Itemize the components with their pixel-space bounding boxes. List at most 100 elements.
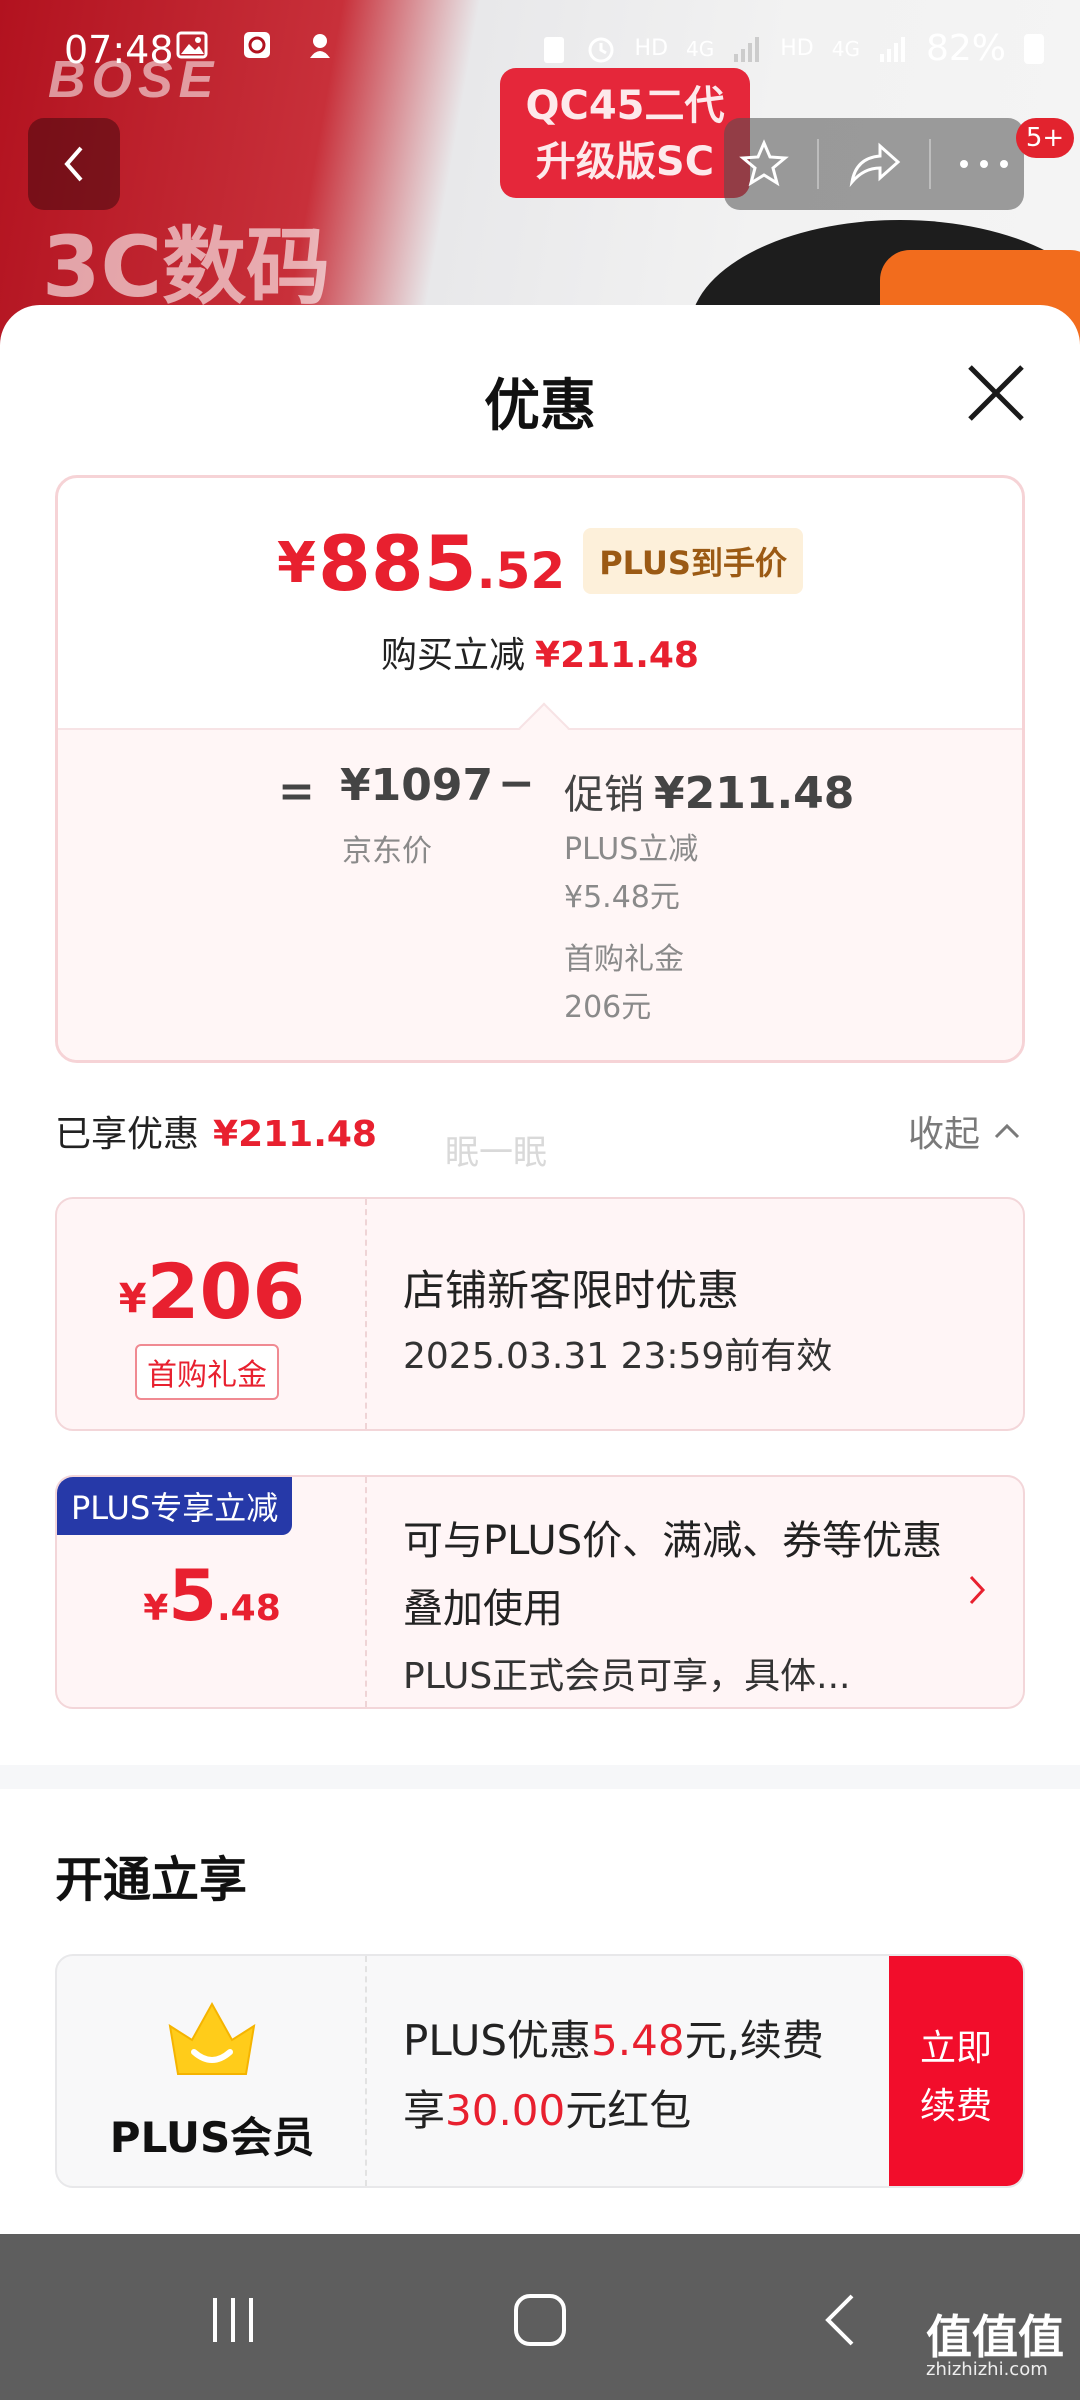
signal-icon-2: [879, 36, 905, 62]
chevron-right-icon[interactable]: [967, 1573, 987, 1607]
coupon-value-dec: .48: [217, 1588, 281, 1629]
back-chevron-icon: [825, 2294, 854, 2346]
home-icon: [514, 2294, 566, 2346]
price-integer: 885: [317, 519, 477, 608]
system-back-button[interactable]: [800, 2280, 880, 2360]
close-icon[interactable]: [960, 357, 1032, 429]
recent-apps-icon: [213, 2298, 253, 2342]
more-icon[interactable]: [958, 158, 1010, 170]
coupon-left: ¥206 首购礼金: [57, 1199, 367, 1429]
renew-button[interactable]: 立即 续费: [889, 1956, 1023, 2186]
renew-label-2: 续费: [919, 2086, 992, 2127]
desc-value-1: 5.48: [591, 2016, 685, 2065]
watermark-logo: 值值值: [926, 2310, 1064, 2364]
plus-card-left: PLUS会员: [57, 1956, 367, 2186]
plus-reduce-label: PLUS立减: [564, 832, 699, 867]
first-gift-label: 首购礼金: [564, 942, 684, 977]
watermark-text: 眠一眠: [445, 1133, 547, 1173]
price-summary-card: ¥ 885 .52 PLUS到手价 购买立减 ¥211.48 = ¥1097 京东…: [55, 475, 1025, 1063]
chevron-left-icon: [64, 146, 83, 182]
alarm-icon: [588, 37, 614, 62]
corner-watermark: 值值值 zhizhizhi.com: [926, 2314, 1064, 2380]
coupon-left: PLUS专享立减 ¥5.48: [57, 1477, 367, 1707]
star-icon[interactable]: [738, 138, 790, 190]
section-divider: [0, 1765, 1080, 1789]
final-price: ¥ 885 .52 PLUS到手价: [58, 526, 1022, 602]
network-4g-2: 4G: [831, 36, 860, 61]
category-banner-text: 3C数码: [42, 218, 331, 316]
collapse-toggle[interactable]: 收起: [908, 1105, 1022, 1157]
currency-symbol: ¥: [277, 531, 316, 596]
first-purchase-coupon[interactable]: ¥206 首购礼金 店铺新客限时优惠 2025.03.31 23:59前有效: [55, 1197, 1025, 1431]
back-button[interactable]: [28, 118, 120, 210]
coupon-title: 店铺新客限时优惠: [403, 1266, 740, 1315]
top-actions: [724, 118, 1024, 210]
promo-value: ¥211.48: [654, 768, 855, 819]
buy-reduce-label: 购买立减: [381, 635, 526, 676]
coupon-description: 可与PLUS价、满减、券等优惠叠加使用: [403, 1518, 943, 1632]
jd-price-label: 京东价: [342, 834, 432, 869]
enjoyed-label: 已享优惠: [55, 1114, 200, 1155]
watermark-domain: zhizhizhi.com: [926, 2359, 1048, 2380]
app-notification-icon: [310, 34, 331, 58]
plus-reduce-value: ¥5.48元: [564, 880, 680, 915]
jd-price: ¥1097: [340, 760, 494, 811]
gallery-icon: [176, 31, 208, 59]
share-icon[interactable]: [846, 140, 902, 188]
battery-icon: [1024, 33, 1044, 64]
sheet-title: 优惠: [484, 374, 596, 439]
coupon-amount: ¥206: [57, 1247, 367, 1336]
recycle-icon: [543, 36, 564, 63]
plus-reduce-coupon[interactable]: PLUS专享立减 ¥5.48 可与PLUS价、满减、券等优惠叠加使用 PLUS正…: [55, 1475, 1025, 1709]
status-bar: 07:48 HD 4G HD 4G 82%: [0, 0, 1080, 100]
product-tag-line2: 升级版SC: [535, 139, 715, 185]
battery-percent: 82%: [925, 28, 1006, 69]
price-top: ¥ 885 .52 PLUS到手价 购买立减 ¥211.48: [58, 478, 1022, 728]
message-count-badge: 5+: [1016, 118, 1074, 158]
coupon-tag: 首购礼金: [135, 1344, 279, 1400]
buy-reduce-value: ¥211.48: [535, 635, 699, 676]
status-time: 07:48: [64, 28, 174, 72]
first-gift-value: 206元: [564, 990, 652, 1025]
plus-exclusive-label: PLUS专享立减: [57, 1477, 293, 1535]
coupon-currency: ¥: [143, 1588, 169, 1629]
divider: [929, 139, 932, 189]
enjoyed-value: ¥211.48: [213, 1114, 377, 1155]
plus-membership-card: PLUS会员 PLUS优惠5.48元,续费享30.00元红包 立即 续费: [55, 1954, 1025, 2188]
coupon-value: 206: [146, 1247, 306, 1336]
recent-apps-button[interactable]: [193, 2280, 273, 2360]
buy-reduce-line: 购买立减 ¥211.48: [58, 626, 1022, 678]
enjoyed-discount: 已享优惠 ¥211.48: [55, 1105, 377, 1157]
system-status-icons: HD 4G HD 4G 82%: [541, 28, 1044, 69]
divider: [816, 139, 819, 189]
desc-value-2: 30.00: [445, 2086, 566, 2135]
desc-prefix: PLUS优惠: [403, 2016, 592, 2065]
price-decimal: .52: [476, 542, 566, 600]
coupon-amount: ¥5.48: [57, 1555, 367, 1637]
coupon-validity: 2025.03.31 23:59前有效: [403, 1336, 833, 1377]
minus-sign: −: [498, 758, 535, 809]
plus-price-tag: PLUS到手价: [583, 528, 803, 594]
hd-label-1: HD: [634, 36, 669, 61]
signal-icon-1: [734, 36, 760, 62]
system-nav-bar: [0, 2234, 1080, 2400]
discount-sheet: 优惠 ¥ 885 .52 PLUS到手价 购买立减 ¥211.48 = ¥1097…: [0, 305, 1080, 2235]
plus-benefit-desc: PLUS优惠5.48元,续费享30.00元红包: [403, 2006, 863, 2146]
promo-label: 促销: [564, 772, 644, 818]
desc-suffix: 元红包: [565, 2086, 692, 2135]
hd-label-2: HD: [780, 36, 814, 61]
equals-sign: =: [278, 766, 315, 817]
coupon-currency: ¥: [118, 1276, 147, 1322]
open-section-title: 开通立享: [55, 1852, 248, 1908]
notification-icons: [176, 30, 335, 68]
crown-icon: [168, 2001, 256, 2075]
collapse-label: 收起: [908, 1114, 981, 1155]
home-button[interactable]: [500, 2280, 580, 2360]
promo-line: 促销 ¥211.48: [564, 762, 854, 820]
coupon-value-int: 5: [168, 1555, 217, 1637]
network-4g-1: 4G: [686, 36, 715, 61]
clock-app-icon: [243, 32, 270, 58]
price-breakdown: = ¥1097 京东价 − 促销 ¥211.48 PLUS立减 ¥5.48元 首购…: [58, 728, 1022, 1060]
chevron-up-icon: [994, 1123, 1020, 1139]
coupon-note: PLUS正式会员可享，具体...: [403, 1656, 851, 1697]
